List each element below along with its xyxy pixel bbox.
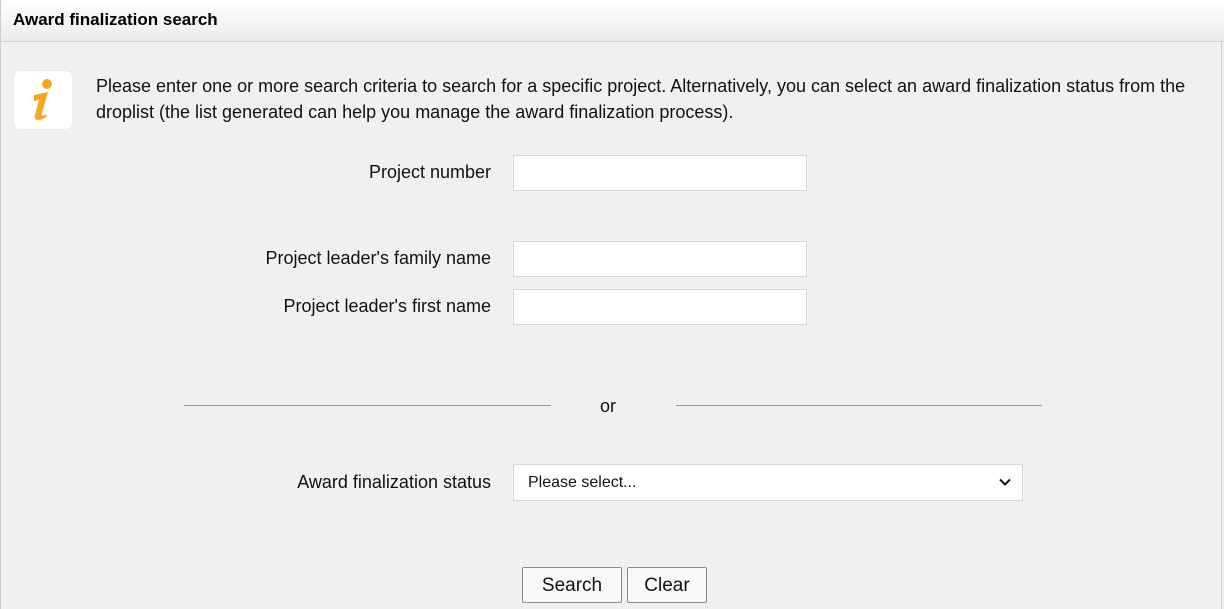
clear-button[interactable]: Clear xyxy=(627,567,707,603)
panel-header: Award finalization search xyxy=(1,0,1224,42)
info-icon xyxy=(14,71,72,129)
project-number-input[interactable] xyxy=(513,155,807,191)
chevron-down-icon xyxy=(998,475,1012,494)
family-name-input[interactable] xyxy=(513,241,807,277)
info-message: Please enter one or more search criteria… xyxy=(96,76,1186,122)
separator-line-right xyxy=(676,405,1042,406)
page-title: Award finalization search xyxy=(13,10,218,29)
status-label: Award finalization status xyxy=(297,472,491,492)
family-name-label: Project leader's family name xyxy=(265,248,491,268)
first-name-input[interactable] xyxy=(513,289,807,325)
status-select-value: Please select... xyxy=(528,474,637,491)
first-name-label: Project leader's first name xyxy=(283,296,491,316)
project-number-label: Project number xyxy=(368,162,491,182)
separator-line-left xyxy=(184,405,551,406)
status-select[interactable]: Please select... xyxy=(513,464,1023,501)
search-button[interactable]: Search xyxy=(522,567,622,603)
or-separator: or xyxy=(600,396,617,416)
search-panel: Award finalization search Please enter o… xyxy=(0,0,1224,609)
